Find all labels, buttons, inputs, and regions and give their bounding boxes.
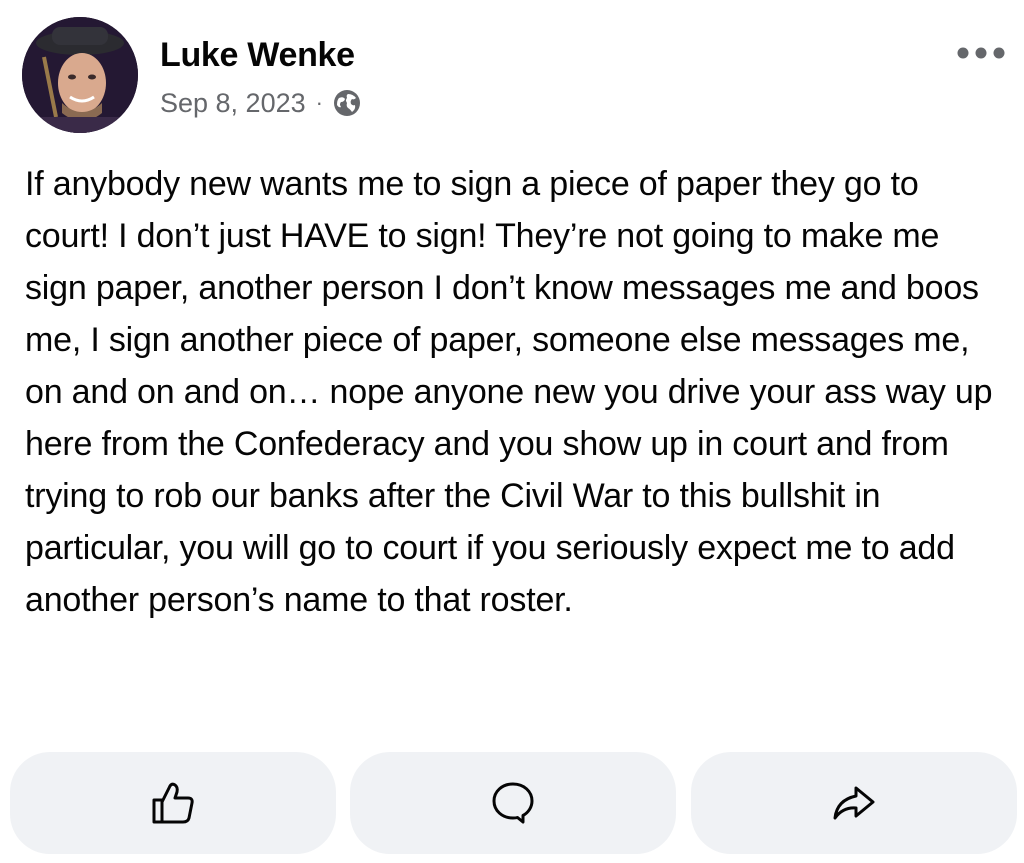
thumbs-up-icon [152, 782, 194, 824]
comment-bubble-icon [492, 782, 534, 824]
meta-separator: · [315, 90, 323, 115]
like-button[interactable] [10, 752, 336, 854]
comment-button[interactable] [350, 752, 676, 854]
post-text: If anybody new wants me to sign a piece … [25, 165, 993, 619]
author-name[interactable]: Luke Wenke [160, 36, 355, 75]
share-arrow-icon [833, 786, 875, 820]
globe-icon [333, 89, 361, 117]
more-options-button[interactable] [956, 38, 1006, 68]
post-date[interactable]: Sep 8, 2023 [160, 88, 306, 119]
share-button[interactable] [691, 752, 1017, 854]
action-bar [0, 752, 1024, 854]
avatar-portrait [22, 17, 138, 133]
more-options-icon [957, 47, 1005, 59]
post-meta: Sep 8, 2023 · [160, 86, 361, 120]
post-header: Luke Wenke Sep 8, 2023 · [0, 0, 1024, 150]
avatar[interactable] [22, 17, 138, 133]
